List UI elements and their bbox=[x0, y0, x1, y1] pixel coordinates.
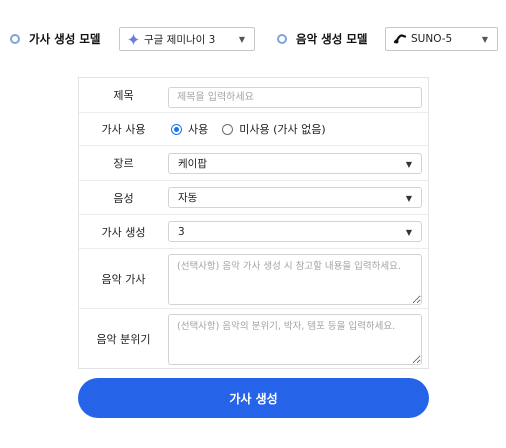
title-row: 제목 bbox=[79, 78, 428, 113]
chevron-down-icon: ▼ bbox=[405, 228, 412, 237]
lyrics-model-select[interactable]: 구글 제미나이 3 ▼ bbox=[119, 27, 255, 51]
lyrics-count-select[interactable]: 3 ▼ bbox=[168, 221, 422, 242]
voice-label: 음성 bbox=[113, 191, 134, 205]
suno-logo-icon bbox=[394, 34, 406, 44]
chevron-down-icon: ▼ bbox=[405, 194, 412, 203]
genre-row: 장르 케이팝 ▼ bbox=[79, 146, 428, 181]
section-marker-icon bbox=[10, 34, 20, 44]
lyrics-count-field-wrap: 3 ▼ bbox=[168, 221, 422, 242]
lyrics-usage-radio-group: 사용 미사용 (가사 없음) bbox=[168, 113, 421, 145]
chevron-down-icon: ▼ bbox=[238, 35, 245, 44]
radio-unchecked-icon[interactable] bbox=[222, 123, 234, 135]
music-mood-field-wrap bbox=[168, 314, 422, 369]
music-lyrics-field-wrap bbox=[168, 254, 422, 309]
music-lyrics-textarea[interactable] bbox=[168, 254, 422, 305]
music-lyrics-row: 음악 가사 bbox=[79, 249, 428, 309]
lyrics-count-select-value: 3 bbox=[178, 225, 185, 238]
lyrics-usage-row: 가사 사용 사용 미사용 (가사 없음) bbox=[79, 113, 428, 146]
music-model-value: SUNO-5 bbox=[411, 33, 453, 45]
title-field-wrap bbox=[168, 85, 422, 108]
chevron-down-icon: ▼ bbox=[481, 35, 488, 44]
lyrics-count-label: 가사 생성 bbox=[101, 225, 146, 239]
music-mood-row: 음악 분위기 bbox=[79, 309, 428, 369]
music-mood-textarea[interactable] bbox=[168, 314, 422, 365]
voice-field-wrap: 자동 ▼ bbox=[168, 187, 422, 208]
song-form: 제목 가사 사용 사용 미사용 (가사 없음) 장르 케이팝 bbox=[78, 77, 429, 369]
title-input[interactable] bbox=[168, 87, 422, 108]
radio-option-use-label: 사용 bbox=[188, 123, 209, 136]
voice-row: 음성 자동 ▼ bbox=[79, 181, 428, 215]
lyrics-model-group: 가사 생성 모델 bbox=[10, 27, 101, 51]
chevron-down-icon: ▼ bbox=[405, 160, 412, 169]
radio-option-use[interactable]: 사용 bbox=[171, 121, 208, 137]
music-mood-label: 음악 분위기 bbox=[96, 333, 151, 346]
music-model-select[interactable]: SUNO-5 ▼ bbox=[385, 27, 498, 51]
lyrics-usage-field-wrap: 사용 미사용 (가사 없음) bbox=[168, 113, 421, 145]
genre-label: 장르 bbox=[113, 157, 134, 170]
radio-checked-icon[interactable] bbox=[171, 123, 182, 135]
generate-lyrics-button[interactable]: 가사 생성 bbox=[78, 378, 429, 418]
music-lyrics-label: 음악 가사 bbox=[101, 272, 146, 286]
lyrics-usage-label: 가사 사용 bbox=[101, 123, 146, 136]
lyrics-model-label: 가사 생성 모델 bbox=[29, 32, 101, 46]
genre-field-wrap: 케이팝 ▼ bbox=[168, 153, 422, 174]
radio-option-no-lyrics[interactable]: 미사용 (가사 없음) bbox=[222, 121, 326, 137]
voice-select[interactable]: 자동 ▼ bbox=[168, 187, 422, 208]
model-selection-bar: 가사 생성 모델 구글 제미나이 3 ▼ 음악 생성 모델 SUNO-5 ▼ bbox=[0, 27, 506, 51]
genre-select-value: 케이팝 bbox=[178, 158, 207, 170]
radio-option-no-lyrics-label: 미사용 (가사 없음) bbox=[239, 123, 326, 136]
music-model-group: 음악 생성 모델 bbox=[277, 27, 368, 51]
voice-select-value: 자동 bbox=[178, 192, 198, 204]
section-marker-icon bbox=[277, 34, 287, 44]
genre-select[interactable]: 케이팝 ▼ bbox=[168, 153, 422, 174]
music-model-label: 음악 생성 모델 bbox=[296, 32, 368, 46]
lyrics-model-value: 구글 제미나이 3 bbox=[144, 33, 216, 46]
title-label: 제목 bbox=[113, 89, 134, 102]
lyrics-count-row: 가사 생성 3 ▼ bbox=[79, 215, 428, 249]
gemini-sparkle-icon bbox=[128, 33, 139, 45]
